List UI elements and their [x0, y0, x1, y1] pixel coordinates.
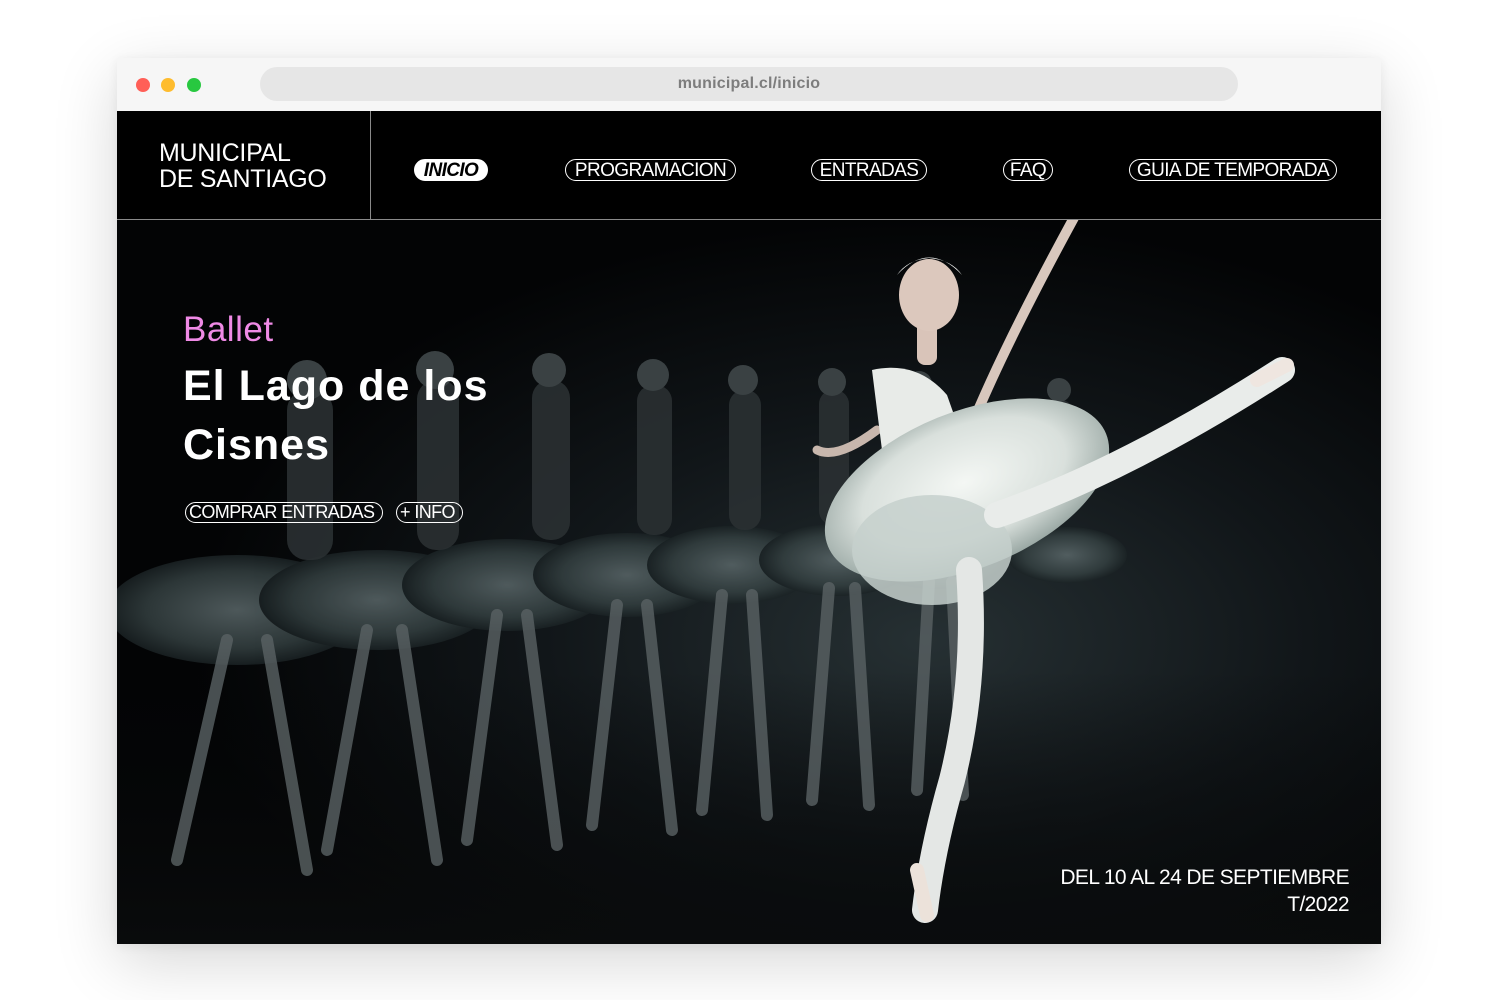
- site-logo[interactable]: MUNICIPAL DE SANTIAGO: [159, 140, 327, 192]
- event-title: El Lago de los Cisnes: [183, 362, 489, 469]
- more-info-button[interactable]: + INFO: [396, 502, 463, 523]
- logo-line-2: DE SANTIAGO: [159, 165, 327, 193]
- logo-cell: MUNICIPAL DE SANTIAGO: [117, 111, 371, 219]
- maximize-window-button[interactable]: [187, 78, 201, 92]
- browser-window: municipal.cl/inicio MUNICIPAL DE SANTIAG…: [117, 58, 1381, 944]
- nav-item-entradas[interactable]: ENTRADAS: [811, 159, 927, 181]
- hero-banner: Ballet El Lago de los Cisnes COMPRAR ENT…: [117, 220, 1381, 944]
- minimize-window-button[interactable]: [161, 78, 175, 92]
- site-header: MUNICIPAL DE SANTIAGO INICIO PROGRAMACIO…: [117, 111, 1381, 220]
- nav-item-faq[interactable]: FAQ: [1003, 159, 1053, 181]
- buy-tickets-button[interactable]: COMPRAR ENTRADAS: [185, 502, 383, 523]
- season-label: T/2022: [1287, 893, 1349, 916]
- nav-item-programacion[interactable]: PROGRAMACION: [565, 159, 736, 181]
- logo-line-1: MUNICIPAL: [159, 139, 291, 167]
- browser-titlebar: municipal.cl/inicio: [117, 58, 1381, 111]
- event-category: Ballet: [183, 310, 274, 349]
- ballet-hero-image: [117, 220, 1381, 944]
- address-bar[interactable]: municipal.cl/inicio: [260, 67, 1238, 101]
- website: MUNICIPAL DE SANTIAGO INICIO PROGRAMACIO…: [117, 111, 1381, 944]
- nav-item-inicio[interactable]: INICIO: [414, 159, 488, 181]
- nav-item-guia-de-temporada[interactable]: GUIA DE TEMPORADA: [1129, 159, 1337, 181]
- event-dates: DEL 10 AL 24 DE SEPTIEMBRE T/2022: [1060, 864, 1349, 918]
- date-range: DEL 10 AL 24 DE SEPTIEMBRE: [1060, 866, 1349, 889]
- close-window-button[interactable]: [136, 78, 150, 92]
